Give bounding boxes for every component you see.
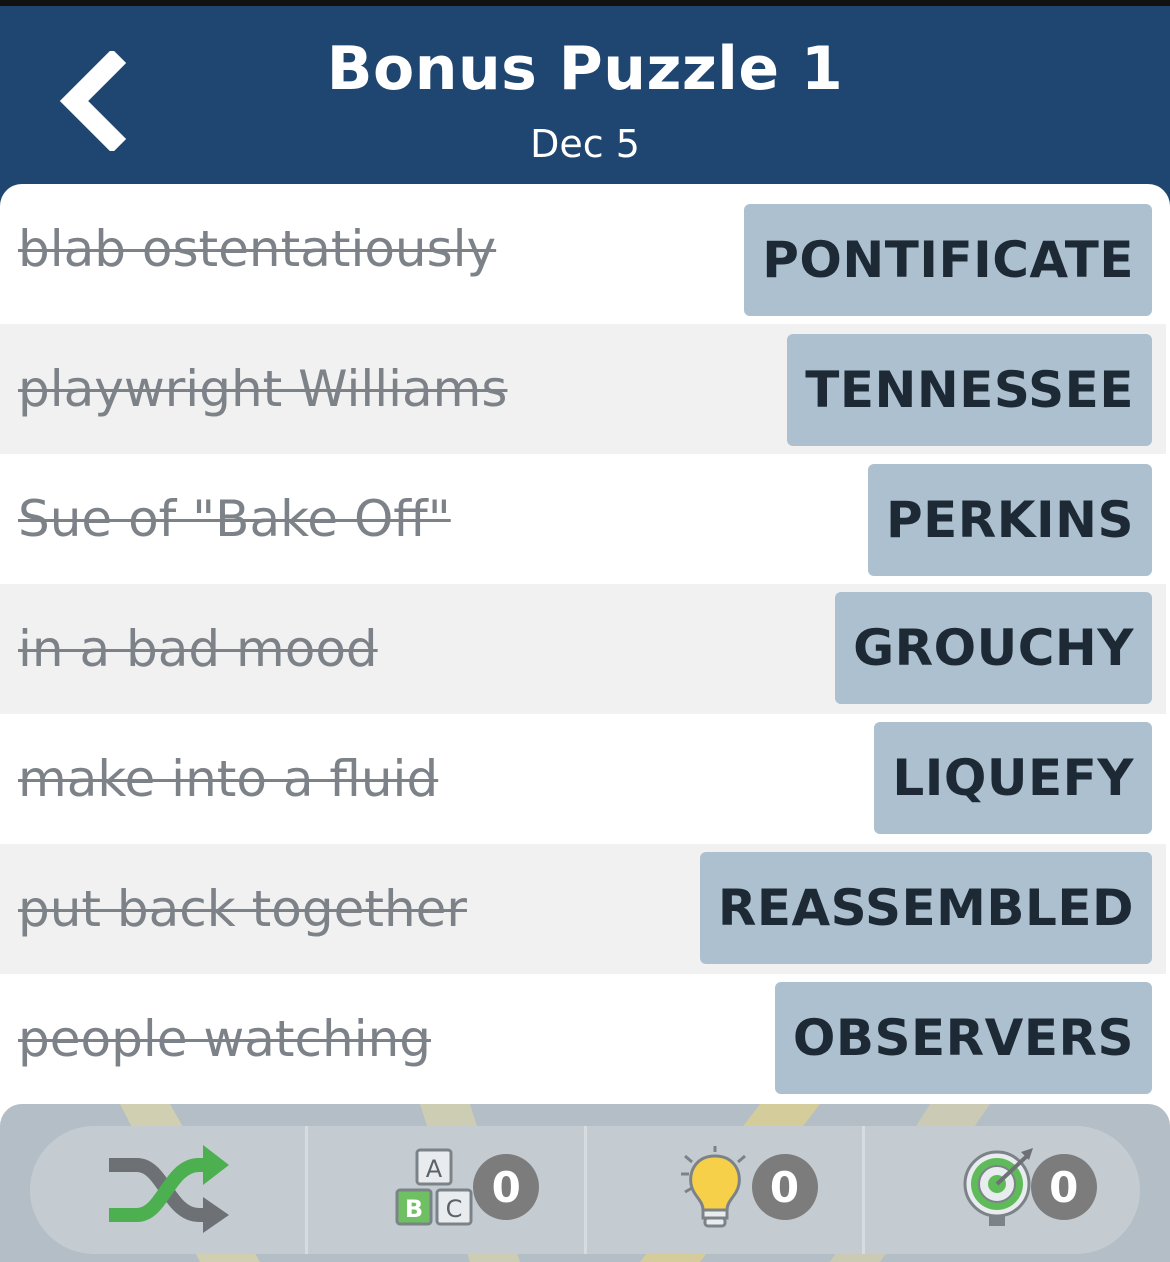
- clue-row: put back together REASSEMBLED: [0, 844, 1166, 974]
- target-count-badge: 0: [1030, 1154, 1097, 1220]
- clue-row: playwright Williams TENNESSEE: [0, 324, 1166, 454]
- answer-tile[interactable]: LIQUEFY: [874, 722, 1152, 834]
- clue-text: Sue of "Bake Off": [18, 490, 451, 548]
- clue-text: in a bad mood: [18, 620, 378, 678]
- clue-row: blab ostentatiously PONTIFICATE: [0, 184, 1166, 316]
- lightbulb-icon: [680, 1146, 746, 1228]
- page-title: Bonus Puzzle 1: [326, 34, 844, 104]
- clue-row: Sue of "Bake Off" PERKINS: [0, 454, 1166, 584]
- answer-tile[interactable]: PERKINS: [867, 464, 1152, 576]
- hint-button[interactable]: 0: [583, 1126, 862, 1254]
- shuffle-button[interactable]: [30, 1126, 305, 1254]
- clue-text: blab ostentatiously: [18, 220, 497, 278]
- target-button[interactable]: 0: [861, 1126, 1140, 1254]
- letter-blocks-icon: A B C: [395, 1148, 473, 1226]
- shuffle-icon: [108, 1145, 229, 1233]
- clue-row: people watching OBSERVERS: [0, 974, 1166, 1104]
- block-a: A: [426, 1155, 443, 1183]
- tool-bar: A B C 0 0 0: [30, 1126, 1140, 1254]
- answer-tile[interactable]: PONTIFICATE: [744, 204, 1152, 316]
- block-c: C: [446, 1195, 463, 1223]
- block-b: B: [405, 1195, 423, 1223]
- clue-list: blab ostentatiously PONTIFICATE playwrig…: [0, 184, 1170, 1104]
- letter-reveal-button[interactable]: A B C 0: [305, 1126, 583, 1254]
- target-icon: [963, 1148, 1033, 1226]
- clue-row: make into a fluid LIQUEFY: [0, 714, 1166, 844]
- puzzle-date: Dec 5: [530, 122, 640, 166]
- answer-tile[interactable]: OBSERVERS: [774, 982, 1152, 1094]
- clue-text: people watching: [18, 1010, 432, 1068]
- clue-text: make into a fluid: [18, 750, 439, 808]
- answer-tile[interactable]: GROUCHY: [835, 592, 1152, 704]
- clue-text: put back together: [18, 880, 467, 938]
- clue-text: playwright Williams: [18, 360, 508, 418]
- answer-tile[interactable]: REASSEMBLED: [699, 852, 1152, 964]
- header-bar: Bonus Puzzle 1 Dec 5: [0, 6, 1170, 206]
- letter-count-badge: 0: [473, 1154, 540, 1220]
- hint-count-badge: 0: [751, 1154, 818, 1220]
- clue-row: in a bad mood GROUCHY: [0, 584, 1166, 714]
- answer-tile[interactable]: TENNESSEE: [787, 334, 1152, 446]
